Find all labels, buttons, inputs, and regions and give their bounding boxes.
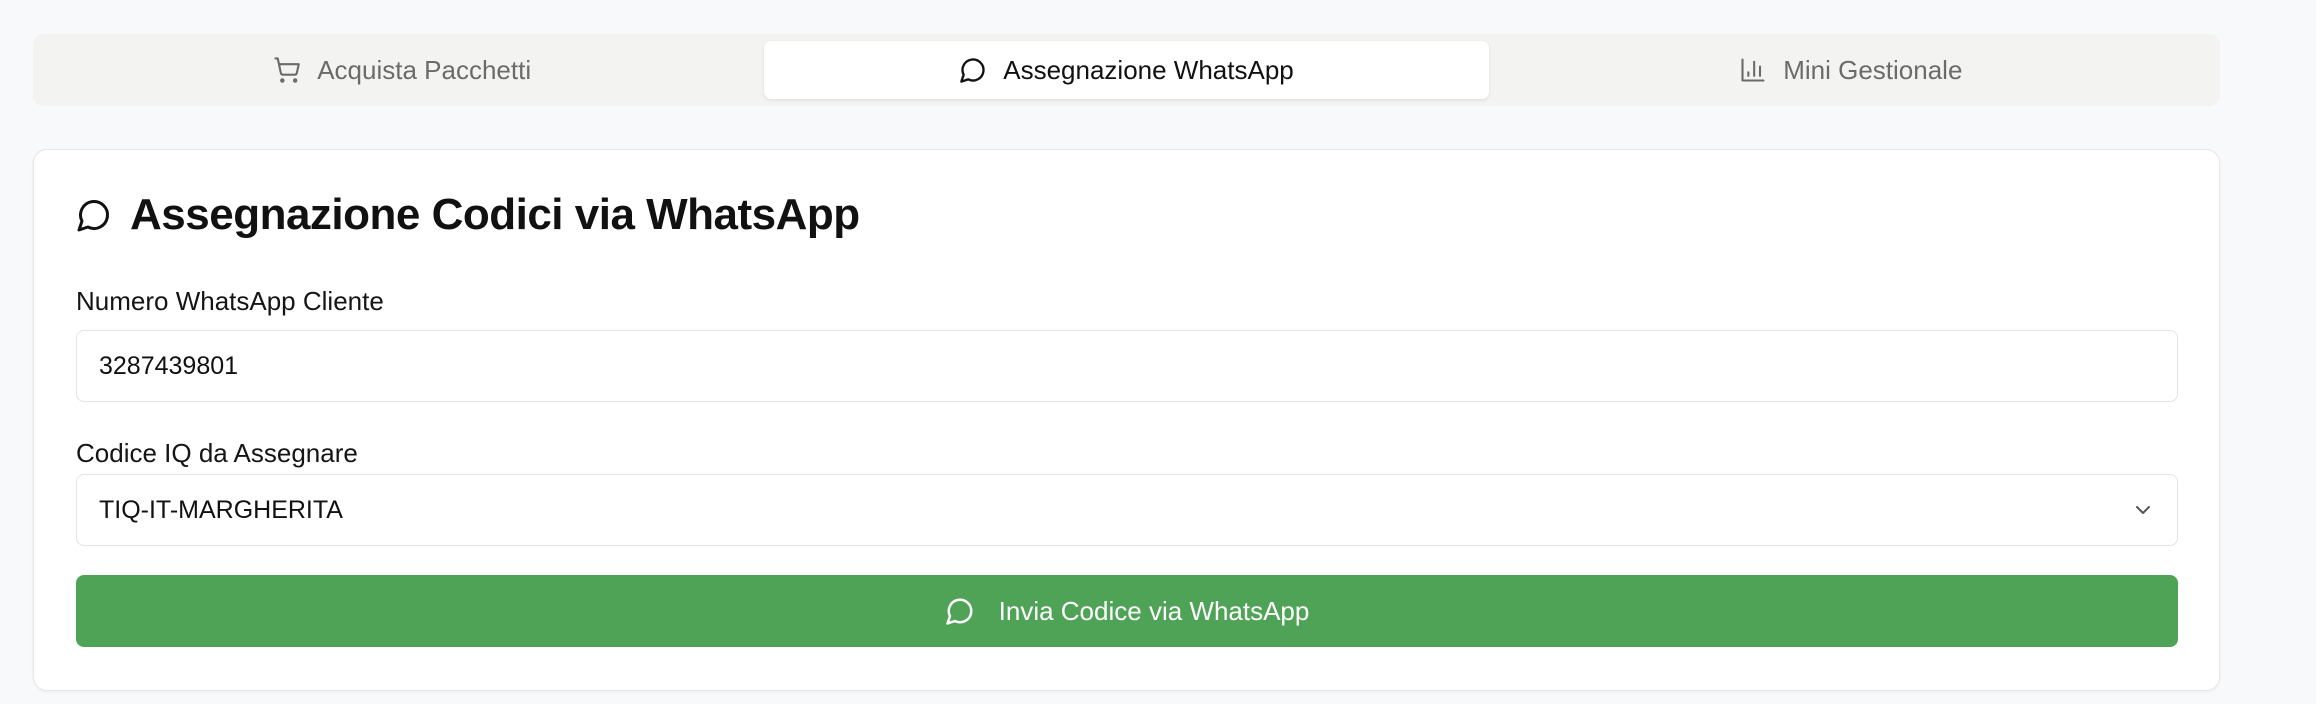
send-button-label: Invia Codice via WhatsApp [998,595,1310,626]
iq-code-label: Codice IQ da Assegnare [76,438,358,468]
send-code-whatsapp-button[interactable]: Invia Codice via WhatsApp [76,575,2178,647]
page: Acquista Pacchetti Assegnazione WhatsApp… [0,0,2316,704]
tab-acquista-pacchetti[interactable]: Acquista Pacchetti [40,41,764,99]
iq-code-selected-value: TIQ-IT-MARGHERITA [99,495,343,524]
card-title: Assegnazione Codici via WhatsApp [76,190,860,240]
message-circle-icon [959,56,987,84]
tab-assegnazione-whatsapp[interactable]: Assegnazione WhatsApp [764,41,1489,99]
chevron-down-icon [2131,498,2155,522]
whatsapp-assignment-card: Assegnazione Codici via WhatsApp Numero … [33,149,2220,691]
whatsapp-number-input[interactable]: 3287439801 [76,330,2178,402]
tab-label: Mini Gestionale [1783,54,1963,85]
whatsapp-number-label: Numero WhatsApp Cliente [76,286,384,316]
iq-code-select[interactable]: TIQ-IT-MARGHERITA [76,474,2178,546]
tab-label: Acquista Pacchetti [317,54,532,85]
message-circle-icon [76,197,112,233]
tab-label: Assegnazione WhatsApp [1003,54,1294,85]
cart-icon [273,56,301,84]
card-title-text: Assegnazione Codici via WhatsApp [130,190,860,239]
whatsapp-number-value: 3287439801 [99,351,239,380]
tab-mini-gestionale[interactable]: Mini Gestionale [1489,41,2213,99]
message-circle-icon [945,596,975,626]
tab-bar: Acquista Pacchetti Assegnazione WhatsApp… [33,34,2220,106]
bar-chart-icon [1739,56,1767,84]
